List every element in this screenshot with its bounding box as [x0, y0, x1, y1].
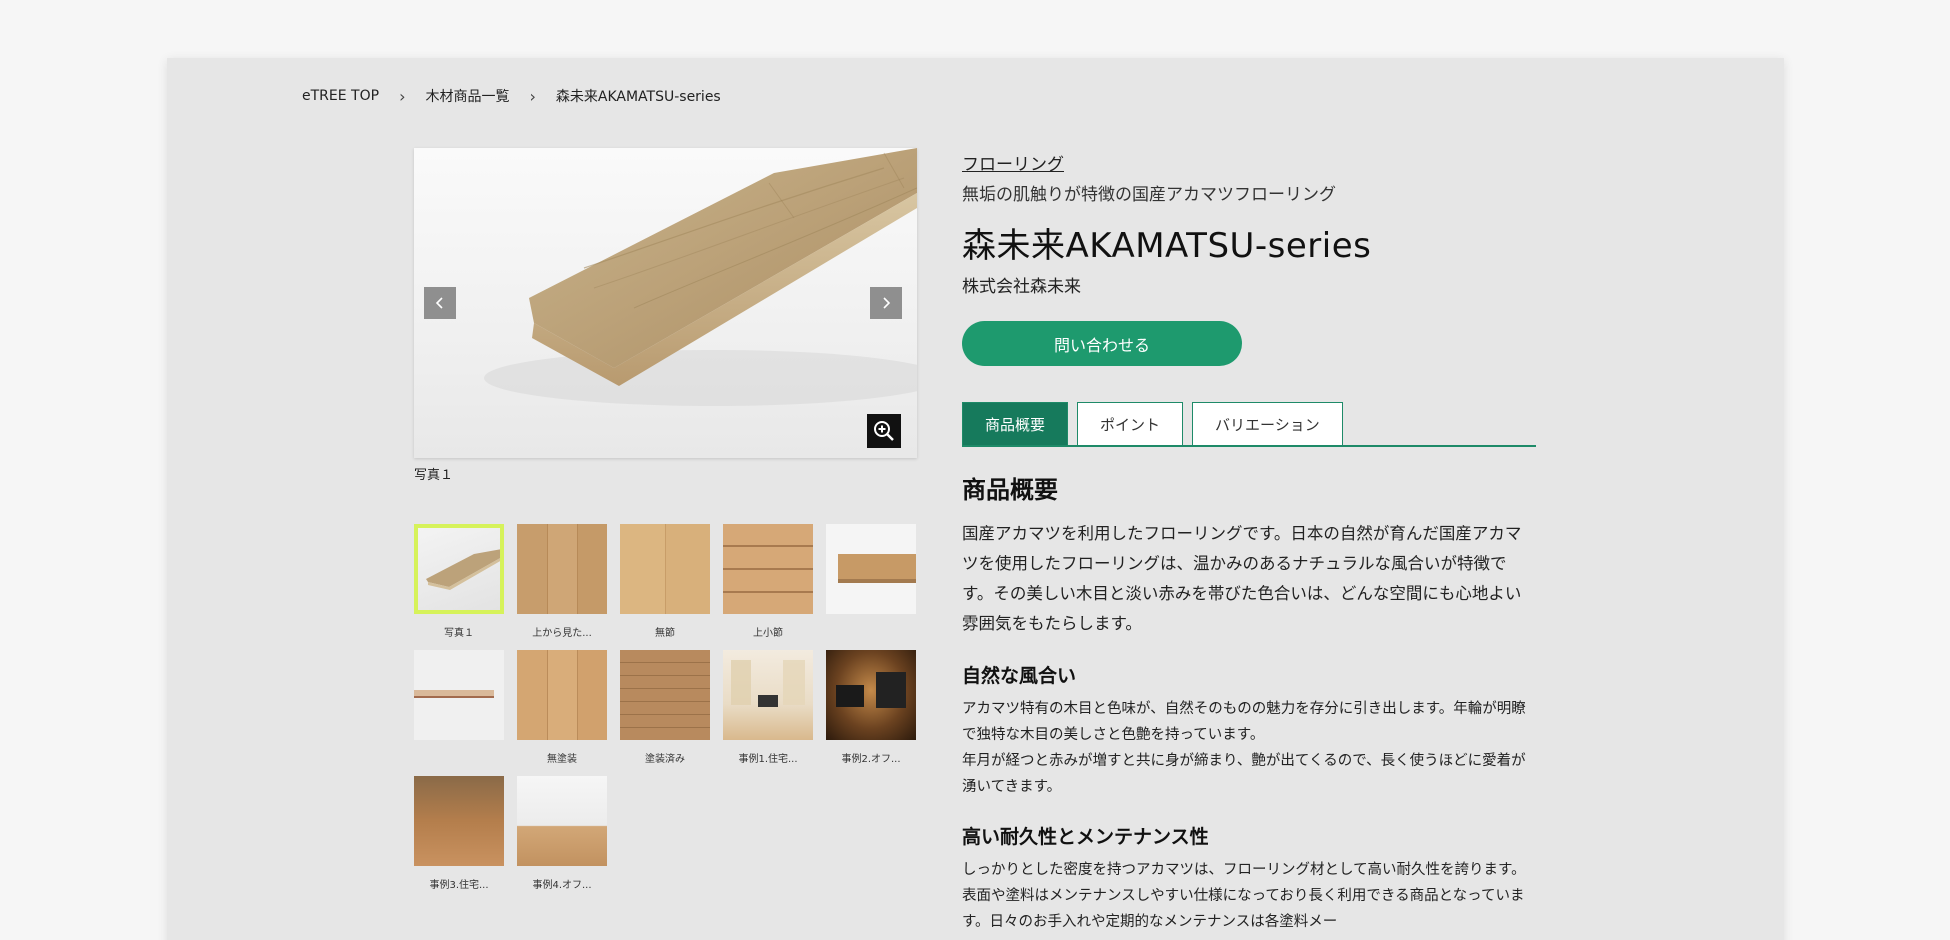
thumbnail-image: [414, 690, 494, 698]
product-image-viewer[interactable]: [414, 148, 917, 458]
thumbnail-item[interactable]: 無塗装: [517, 650, 607, 765]
section-heading-natural: 自然な風合い: [962, 665, 1077, 687]
thumbnail-item[interactable]: [414, 650, 504, 740]
thumbnail-grid: 写真１ 上から見た... 無節 上小節 無塗装 塗装済み 事例1.住宅... 事…: [414, 524, 934, 891]
overview-heading: 商品概要: [962, 476, 1058, 504]
thumbnail-image: [723, 524, 813, 614]
next-image-button[interactable]: [870, 287, 902, 319]
breadcrumb-current: 森未来AKAMATSU-series: [555, 89, 721, 105]
product-photo: [484, 148, 917, 406]
thumbnail-image: [731, 660, 805, 707]
thumbnail-image: [838, 554, 916, 583]
thumbnail-image: [426, 549, 502, 590]
thumbnail-item[interactable]: 写真１: [414, 524, 504, 639]
zoom-button[interactable]: [867, 414, 901, 448]
product-subtitle: 無垢の肌触りが特徴の国産アカマツフローリング: [962, 185, 1336, 205]
product-title: 森未来AKAMATSU-series: [962, 226, 1372, 266]
thumbnail-item[interactable]: 上小節: [723, 524, 813, 639]
thumbnail-item[interactable]: 事例2.オフ...: [826, 650, 916, 765]
category-link[interactable]: フローリング: [962, 150, 1064, 175]
chevron-right-icon: [883, 297, 891, 309]
section-body: しっかりとした密度を持つアカマツは、フローリング材として高い耐久性を誇ります。表…: [962, 862, 1526, 930]
thumbnail-image: [620, 650, 710, 740]
thumbnail-image: [517, 524, 607, 614]
maker-name: 株式会社森未来: [962, 277, 1081, 297]
tab-overview[interactable]: 商品概要: [962, 402, 1069, 445]
thumbnail-item[interactable]: 事例1.住宅...: [723, 650, 813, 765]
thumbnail-item[interactable]: 無節: [620, 524, 710, 639]
contact-button[interactable]: 問い合わせる: [962, 321, 1242, 366]
thumbnail-item[interactable]: [826, 524, 916, 614]
thumbnail-item[interactable]: 上から見た...: [517, 524, 607, 639]
thumbnail-image: [414, 776, 504, 866]
thumbnail-image: [517, 650, 607, 740]
zoom-in-icon: [874, 421, 894, 441]
thumbnail-image: [836, 672, 906, 708]
tab-variations[interactable]: バリエーション: [1192, 402, 1343, 445]
breadcrumb-etree-top[interactable]: eTREE TOP: [302, 88, 379, 104]
section-body: アカマツ特有の木目と色味が、自然そのものの魅力を存分に引き出します。年輪が明瞭で…: [962, 701, 1526, 743]
overview-section: 商品概要 国産アカマツを利用したフローリングです。日本の自然が育んだ国産アカマツ…: [962, 470, 1537, 935]
breadcrumb-wood-list[interactable]: 木材商品一覧: [425, 86, 509, 106]
thumbnail-item[interactable]: 事例4.オフ...: [517, 776, 607, 891]
prev-image-button[interactable]: [424, 287, 456, 319]
section-heading-durability: 高い耐久性とメンテナンス性: [962, 826, 1209, 848]
chevron-left-icon: [435, 297, 443, 309]
thumbnail-image: [620, 524, 710, 614]
overview-lead: 国産アカマツを利用したフローリングです。日本の自然が育んだ国産アカマツを使用した…: [962, 524, 1522, 633]
tab-points[interactable]: ポイント: [1077, 402, 1184, 445]
section-body: 年月が経つと赤みが増すと共に身が締まり、艶が出てくるので、長く使うほどに愛着が湧…: [962, 753, 1526, 795]
thumbnail-item[interactable]: 塗装済み: [620, 650, 710, 765]
breadcrumb: eTREE TOP › 木材商品一覧 › 森未来AKAMATSU-series: [302, 86, 721, 106]
tab-bar: 商品概要 ポイント バリエーション: [962, 402, 1536, 447]
thumbnail-item[interactable]: 事例3.住宅...: [414, 776, 504, 891]
chevron-right-icon: ›: [529, 86, 536, 106]
thumbnail-image: [517, 776, 607, 866]
image-caption: 写真１: [414, 468, 454, 483]
chevron-right-icon: ›: [399, 86, 406, 106]
